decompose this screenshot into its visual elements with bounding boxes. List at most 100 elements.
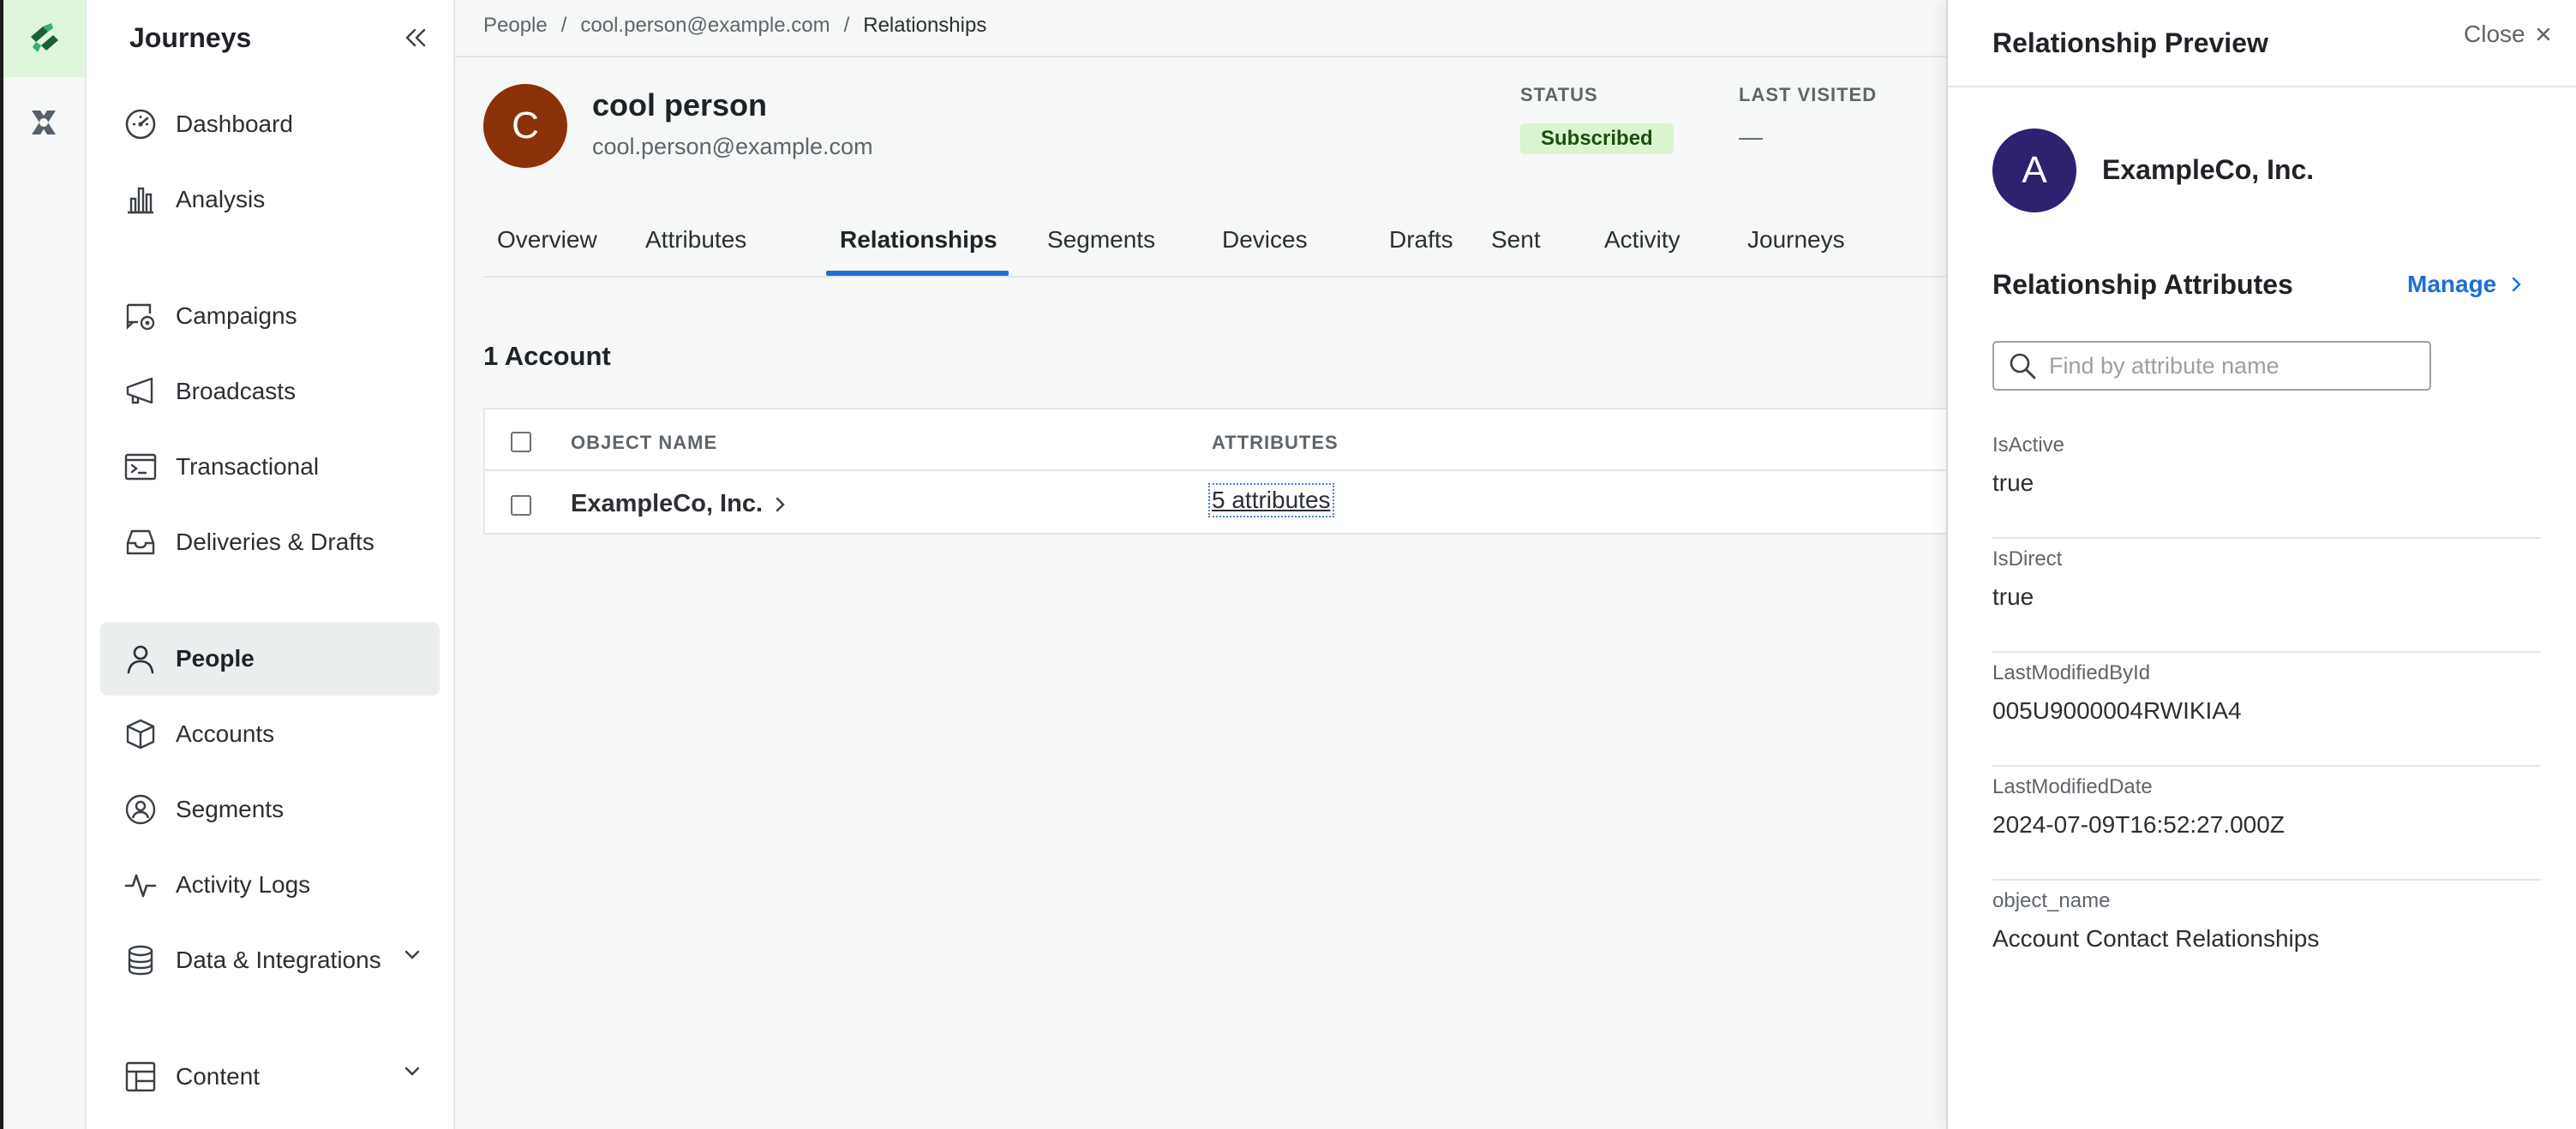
chevron-down-icon xyxy=(404,1066,420,1076)
account-name: ExampleCo, Inc. xyxy=(571,490,764,517)
person-name: cool person xyxy=(592,87,768,122)
relationship-preview-panel: Relationship Preview Close A ExampleCo, … xyxy=(1946,0,2576,1129)
account-avatar: A xyxy=(1992,128,2076,212)
breadcrumb-people[interactable]: People xyxy=(483,14,548,38)
sidebar-item-people[interactable]: People xyxy=(100,622,440,696)
select-all-checkbox[interactable] xyxy=(511,432,531,452)
sidebar-item-label: Segments xyxy=(176,796,285,822)
last-visited-label: LAST VISITED xyxy=(1739,84,1878,105)
panel-title: Relationship Preview xyxy=(1992,27,2268,58)
sidebar-item-label: People xyxy=(176,645,255,672)
attribute-item: object_name Account Contact Relationship… xyxy=(1992,881,2541,995)
person-icon xyxy=(123,641,159,677)
breadcrumb-separator: / xyxy=(560,14,567,37)
sidebar-item-campaigns[interactable]: Campaigns xyxy=(100,279,440,353)
sidebar-item-label: Deliveries & Drafts xyxy=(176,529,374,555)
breadcrumb-current: Relationships xyxy=(863,14,987,37)
divider xyxy=(1948,86,2576,87)
accounts-count-heading: 1 Account xyxy=(483,341,611,371)
sidebar-item-activity-logs[interactable]: Activity Logs xyxy=(100,848,440,922)
tab-sent[interactable]: Sent xyxy=(1491,226,1541,254)
main-content: People / cool.person@example.com / Relat… xyxy=(455,0,1946,1129)
sidebar-item-label: Dashboard xyxy=(176,111,293,137)
sidebar-item-label: Campaigns xyxy=(176,302,297,329)
sidebar-item-dashboard[interactable]: Dashboard xyxy=(100,87,440,161)
account-name-link[interactable]: ExampleCo, Inc. xyxy=(571,490,787,518)
attribute-item: LastModifiedById 005U9000004RWIKIA4 xyxy=(1992,653,2541,767)
search-icon xyxy=(2010,353,2036,379)
app-rail xyxy=(0,0,87,1129)
collapse-sidebar-button[interactable] xyxy=(398,21,433,55)
chevron-down-icon xyxy=(404,950,420,959)
tab-activity[interactable]: Activity xyxy=(1604,226,1680,254)
megaphone-icon xyxy=(123,373,159,409)
attribute-item: IsDirect true xyxy=(1992,539,2541,653)
attribute-key: LastModifiedById xyxy=(1992,661,2151,684)
sidebar-item-label: Data & Integrations xyxy=(176,947,381,973)
attribute-value: 005U9000004RWIKIA4 xyxy=(1992,697,2242,724)
tab-overview[interactable]: Overview xyxy=(497,226,597,254)
sidebar-item-transactional[interactable]: Transactional xyxy=(100,430,440,504)
sidebar-item-label: Activity Logs xyxy=(176,871,311,898)
sidebar-item-accounts[interactable]: Accounts xyxy=(100,697,440,771)
attribute-key: LastModifiedDate xyxy=(1992,775,2153,798)
bar-chart-icon xyxy=(123,182,159,218)
person-email: cool.person@example.com xyxy=(592,134,873,159)
segment-icon xyxy=(123,791,159,827)
sidebar-item-deliveries-drafts[interactable]: Deliveries & Drafts xyxy=(100,505,440,579)
tab-drafts[interactable]: Drafts xyxy=(1389,226,1453,254)
sidebar-item-label: Analysis xyxy=(176,186,266,212)
sidebar: Journeys Dashboard Analysis Campaigns Br… xyxy=(87,0,455,1129)
close-label: Close xyxy=(2464,21,2525,47)
secondary-app-icon[interactable] xyxy=(22,101,65,144)
manage-link[interactable]: Manage xyxy=(2407,271,2522,298)
tab-attributes[interactable]: Attributes xyxy=(645,226,746,254)
sidebar-item-label: Accounts xyxy=(176,720,275,747)
campaign-icon xyxy=(123,298,159,334)
attribute-item: IsActive true xyxy=(1992,425,2541,539)
attribute-search-input[interactable] xyxy=(2049,352,2417,379)
breadcrumb: People / cool.person@example.com / Relat… xyxy=(483,14,986,38)
status-label: STATUS xyxy=(1520,84,1598,105)
chevron-right-icon xyxy=(776,497,785,511)
close-panel-button[interactable]: Close xyxy=(2464,21,2551,48)
attribute-key: IsDirect xyxy=(1992,547,2063,570)
sidebar-item-broadcasts[interactable]: Broadcasts xyxy=(100,355,440,428)
sidebar-item-data-integrations[interactable]: Data & Integrations xyxy=(100,923,440,997)
tab-devices[interactable]: Devices xyxy=(1222,226,1308,254)
window-edge xyxy=(0,0,3,1129)
sidebar-item-content[interactable]: Content xyxy=(100,1040,440,1114)
cube-icon xyxy=(123,716,159,752)
breadcrumb-email[interactable]: cool.person@example.com xyxy=(580,14,830,38)
tab-journeys[interactable]: Journeys xyxy=(1747,226,1845,254)
person-avatar: C xyxy=(483,84,567,168)
attribute-search[interactable] xyxy=(1992,341,2431,391)
active-tab-indicator xyxy=(826,271,1009,276)
attribute-value: true xyxy=(1992,469,2034,496)
sidebar-item-label: Transactional xyxy=(176,453,320,480)
x-shape-icon xyxy=(32,111,56,134)
inbox-icon xyxy=(123,524,159,560)
breadcrumb-separator: / xyxy=(843,14,850,37)
last-visited-value: — xyxy=(1739,123,1763,150)
app-logo[interactable] xyxy=(3,0,85,77)
account-name: ExampleCo, Inc. xyxy=(2102,154,2315,185)
sidebar-item-label: Content xyxy=(176,1063,261,1090)
tab-segments[interactable]: Segments xyxy=(1047,226,1155,254)
attribute-item: LastModifiedDate 2024-07-09T16:52:27.000… xyxy=(1992,767,2541,881)
column-header-object-name: OBJECT NAME xyxy=(571,432,718,453)
relationship-attributes-heading: Relationship Attributes xyxy=(1992,269,2293,300)
column-header-attributes: ATTRIBUTES xyxy=(1212,432,1339,453)
tab-relationships[interactable]: Relationships xyxy=(840,226,997,254)
row-checkbox[interactable] xyxy=(511,495,531,516)
layout-icon xyxy=(123,1059,159,1095)
sidebar-item-segments[interactable]: Segments xyxy=(100,773,440,846)
sidebar-item-analysis[interactable]: Analysis xyxy=(100,163,440,236)
attributes-link[interactable]: 5 attributes xyxy=(1208,483,1334,517)
table-header: OBJECT NAME ATTRIBUTES xyxy=(485,409,1946,471)
logo-icon xyxy=(30,23,58,52)
manage-label: Manage xyxy=(2407,271,2497,297)
sidebar-title: Journeys xyxy=(129,22,252,53)
terminal-icon xyxy=(123,449,159,485)
attribute-value: 2024-07-09T16:52:27.000Z xyxy=(1992,811,2285,838)
